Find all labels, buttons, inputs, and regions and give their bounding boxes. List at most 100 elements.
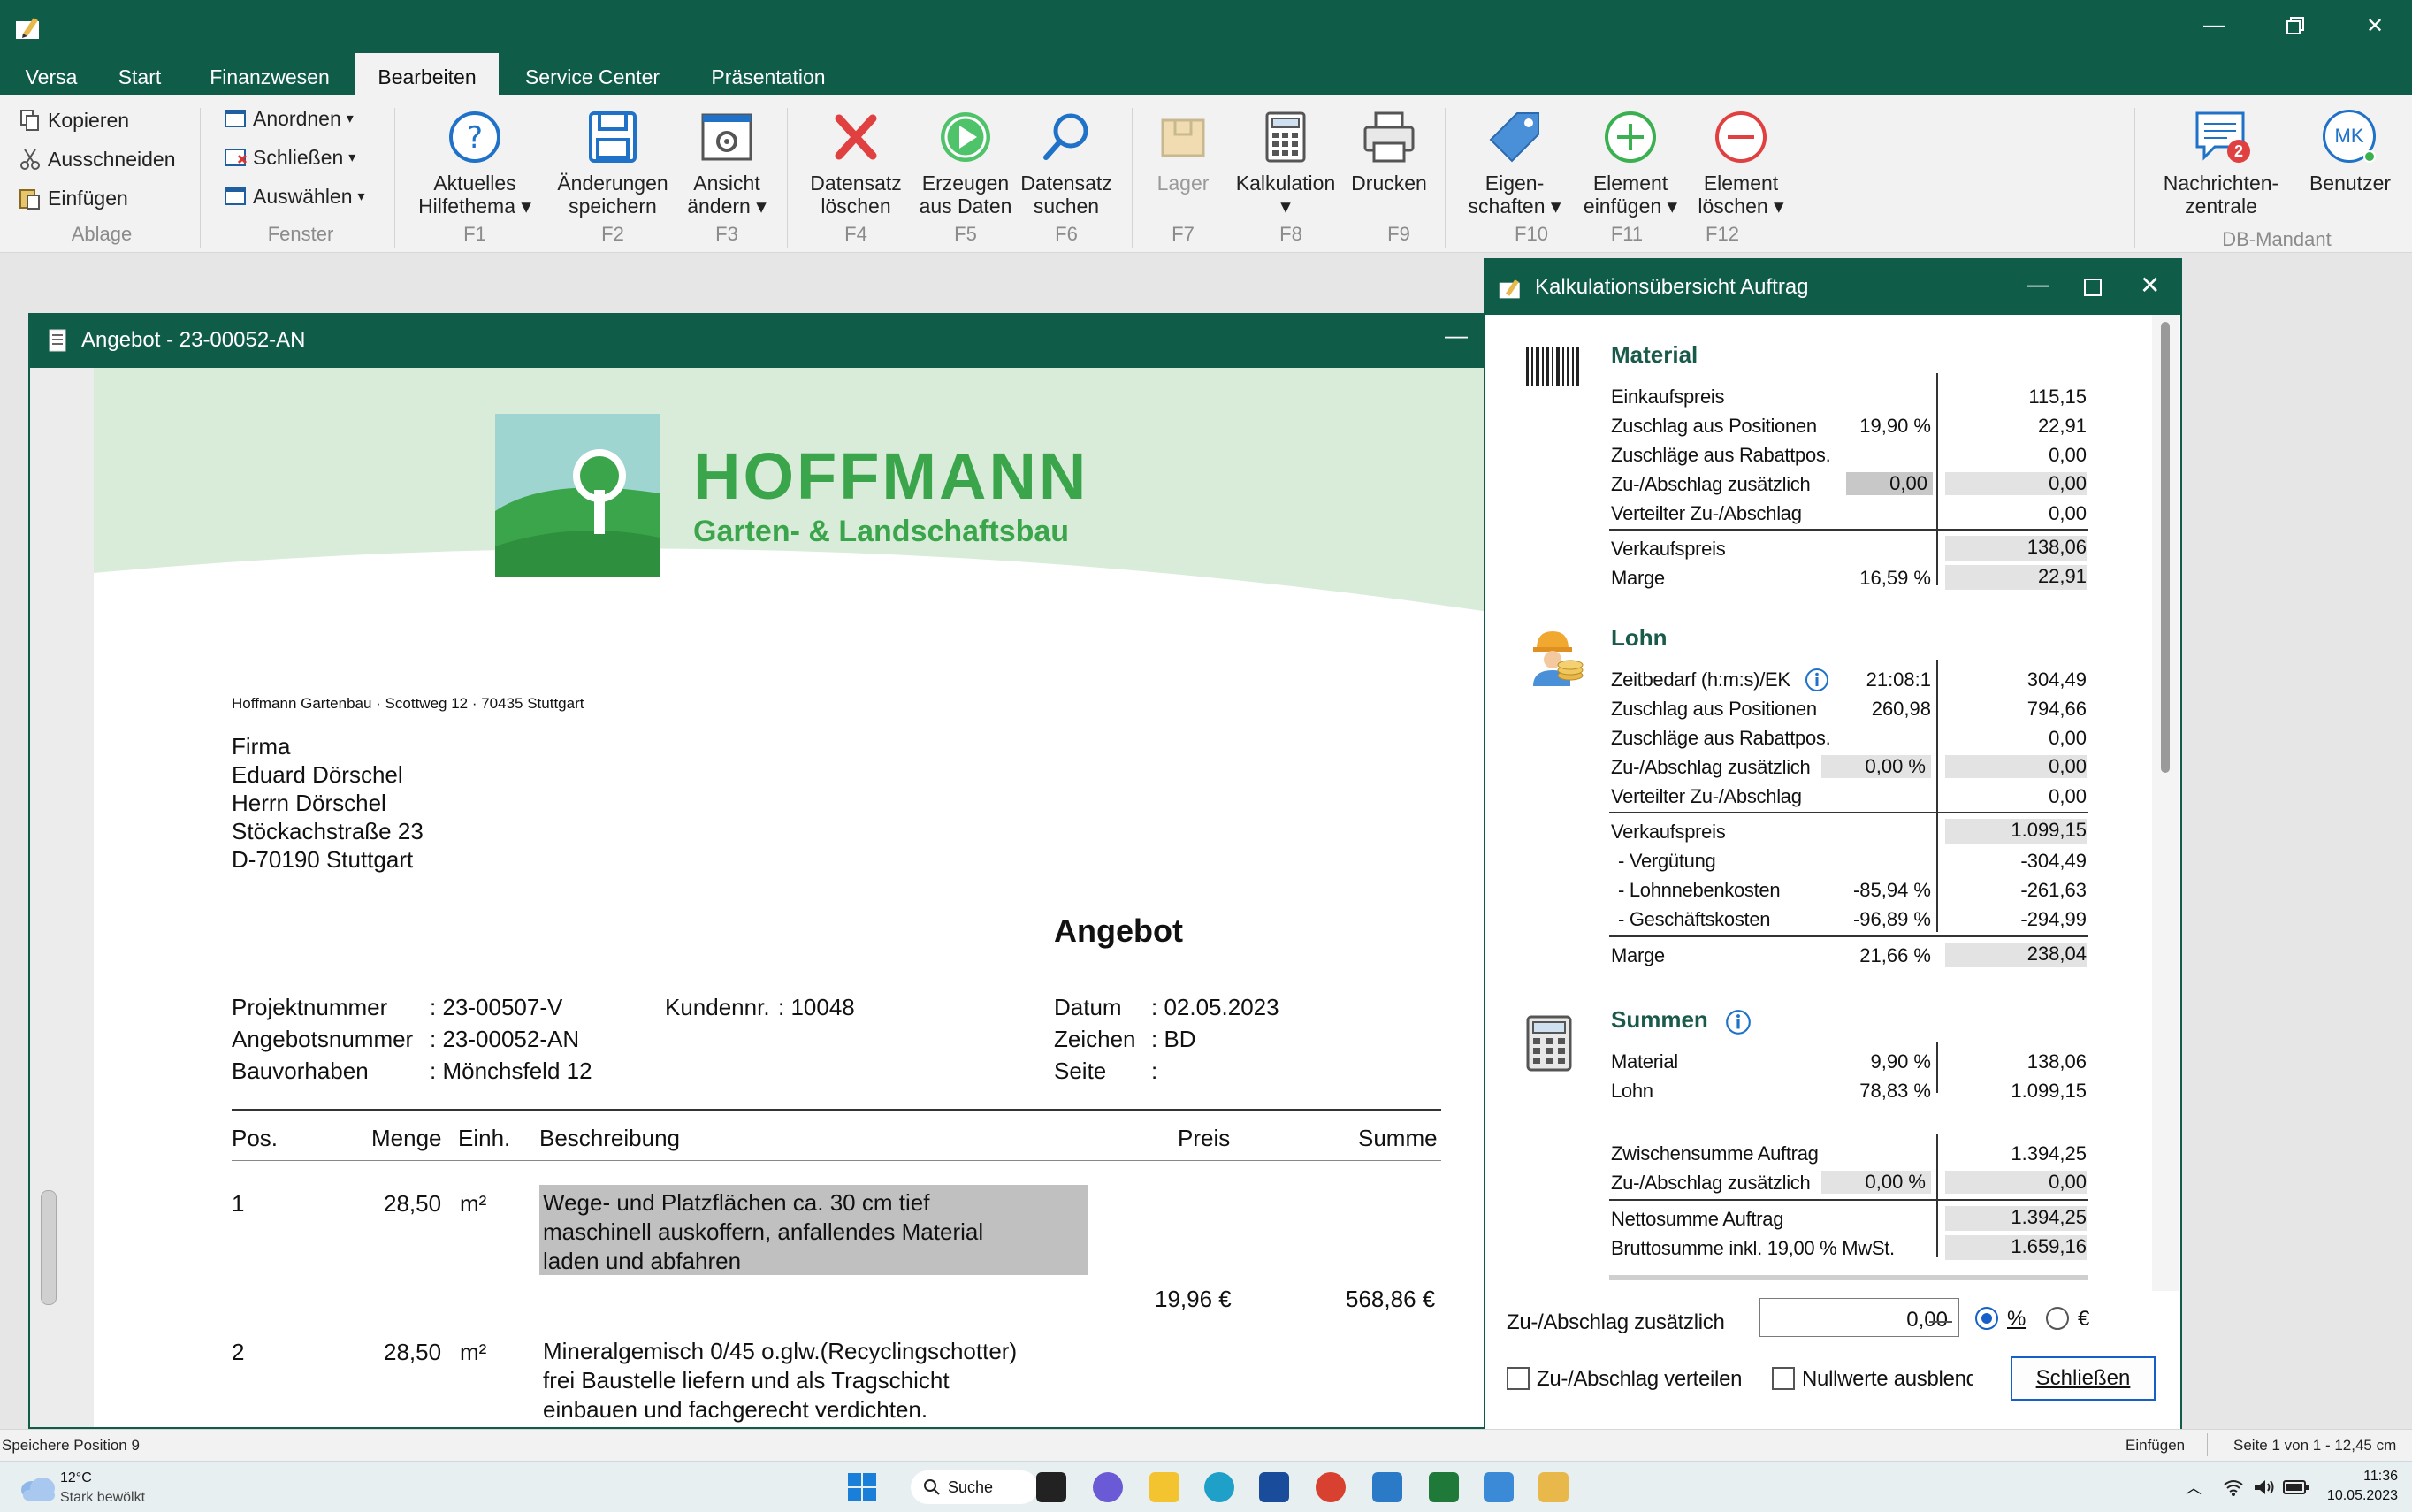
hilfethema-button[interactable]: ? Aktuelles Hilfethema ▾ (408, 108, 541, 218)
description-line: laden und abfahren (543, 1248, 742, 1274)
lager-button[interactable]: Lager (1142, 108, 1224, 195)
task-view-icon[interactable] (1036, 1472, 1066, 1502)
lohn-zeitbedarf-time: 21:08:1 (1866, 668, 1931, 691)
tab-bearbeiten[interactable]: Bearbeiten (355, 53, 499, 95)
battery-icon[interactable] (2283, 1479, 2309, 1495)
kopieren-button[interactable]: Kopieren (18, 103, 129, 138)
item-description-selected[interactable]: Wege- und Platzflächen ca. 30 cm tief ma… (539, 1185, 1088, 1275)
status-page: Seite 1 von 1 - 12,45 cm (2233, 1437, 2397, 1454)
lohn-verteilter-label: Verteilter Zu-/Abschlag (1611, 785, 1802, 807)
summen-zuab-input[interactable]: 0,00 % (1821, 1171, 1931, 1194)
ausschneiden-button[interactable]: Ausschneiden (18, 141, 176, 177)
nachrichtenzentrale-button[interactable]: 2 Nachrichten- zentrale (2154, 108, 2288, 218)
aenderungen-speichern-button[interactable]: Änderungen speichern (543, 108, 683, 218)
ribbon-separator (2134, 108, 2135, 248)
material-zuab-input[interactable]: 0,00 (1846, 472, 1933, 495)
datum-label: Datum (1054, 994, 1122, 1020)
calc-minimize-button[interactable]: — (2027, 271, 2049, 298)
shortcut-f12: F12 (1706, 223, 1739, 245)
anordnen-button[interactable]: Anordnen ▾ (223, 101, 354, 136)
close-app-button[interactable]: ✕ (2348, 5, 2401, 46)
app-icon[interactable] (1372, 1472, 1402, 1502)
lohn-verteilter-value: 0,00 (2049, 785, 2087, 807)
group-label-fenster: Fenster (267, 223, 334, 245)
einfuegen-button[interactable]: Einfügen (18, 180, 128, 216)
radio-euro[interactable] (2046, 1307, 2069, 1330)
app-icon[interactable] (1429, 1472, 1459, 1502)
view-settings-icon (701, 113, 752, 161)
kopieren-label: Kopieren (48, 108, 130, 132)
radio-percent[interactable] (1975, 1307, 1998, 1330)
document-window: Angebot - 23-00052-AN — HOFFMANN Garten-… (28, 313, 1487, 1429)
radio-euro-label: € (2078, 1307, 2090, 1331)
lohn-zuschlag-value: 794,66 (2027, 698, 2087, 720)
datensatz-suchen-button[interactable]: Datensatz suchen (1011, 108, 1121, 218)
datensatz-loeschen-button[interactable]: Datensatz löschen (799, 108, 912, 218)
eigenschaften-label1: Eigen- (1485, 172, 1545, 195)
file-explorer-icon[interactable] (1149, 1472, 1179, 1502)
hilfethema-label2: Hilfethema ▾ (418, 195, 531, 218)
calc-close-button[interactable]: ✕ (2140, 271, 2160, 300)
calc-maximize-button[interactable] (2083, 278, 2103, 297)
store-icon[interactable] (1259, 1472, 1289, 1502)
address-line: Herrn Dörschel (232, 790, 386, 816)
schliessen-window-button[interactable]: Schließen ▾ (223, 140, 355, 175)
tab-praesentation[interactable]: Präsentation (695, 53, 842, 95)
lohn-lnk-value: -261,63 (2020, 879, 2087, 901)
worker-icon (1533, 631, 1584, 686)
calc-scrollbar[interactable] (2152, 315, 2179, 1332)
ribbon-separator (1132, 108, 1133, 248)
material-zuschlaege-rabatt-label: Zuschläge aus Rabattpos. (1611, 444, 1831, 466)
calc-footer: Zu-/Abschlag zusätzlich 0,00 % € Zu-/Abs… (1485, 1291, 2180, 1429)
weather-temp: 12°C (60, 1470, 92, 1485)
col-menge: Menge (371, 1125, 442, 1151)
lohn-zuab-input[interactable]: 0,00 % (1821, 755, 1931, 778)
document-minimize-button[interactable]: — (1445, 322, 1468, 349)
versa-app-icon[interactable] (1538, 1472, 1569, 1502)
benutzer-button[interactable]: MK Benutzer (2299, 108, 2401, 195)
chrome-icon[interactable] (1316, 1472, 1346, 1502)
ansicht-aendern-button[interactable]: Ansicht ändern ▾ (683, 108, 771, 218)
tab-service-center[interactable]: Service Center (513, 53, 672, 95)
speaker-icon[interactable] (2253, 1478, 2276, 1497)
checkbox-nullwerte[interactable] (1772, 1367, 1795, 1390)
erzeugen-aus-daten-button[interactable]: Erzeugen aus Daten (909, 108, 1022, 218)
element-loeschen-button[interactable]: Element löschen ▾ (1682, 108, 1800, 218)
shortcut-f6: F6 (1055, 223, 1078, 245)
checkbox-verteilen[interactable] (1507, 1367, 1530, 1390)
ribbon-separator (394, 108, 395, 248)
side-panel-handle[interactable] (41, 1190, 57, 1305)
weather-cloud-icon[interactable] (18, 1470, 57, 1504)
tab-versa[interactable]: Versa (9, 53, 94, 95)
chevron-up-icon[interactable]: ︿ (2186, 1476, 2202, 1499)
kalkulation-button[interactable]: Kalkulation ▾ (1225, 108, 1346, 218)
checkbox-nullwerte-label: Nullwerte ausblende (1802, 1367, 1973, 1391)
teams-chat-icon[interactable] (1093, 1472, 1123, 1502)
tab-start[interactable]: Start (103, 53, 177, 95)
auswaehlen-button[interactable]: Auswählen ▾ (223, 179, 365, 214)
item-description[interactable]: Mineralgemisch 0/45 o.glw.(Recyclingscho… (543, 1337, 1017, 1424)
lohn-zuschlaege-rabatt-value: 0,00 (2049, 727, 2087, 749)
scrollbar-thumb[interactable] (2161, 322, 2170, 773)
einfuegen-el-label1: Element (1592, 172, 1668, 195)
eigenschaften-button[interactable]: Eigen- schaften ▾ (1450, 108, 1579, 218)
info-icon[interactable] (1724, 1008, 1752, 1036)
einfuegen-label: Einfügen (48, 186, 128, 210)
schliessen-button[interactable]: Schließen (2011, 1356, 2156, 1401)
drucken-button[interactable]: Drucken (1344, 108, 1434, 195)
tab-finanzwesen[interactable]: Finanzwesen (196, 53, 343, 95)
status-divider (2207, 1433, 2208, 1456)
description-line: frei Baustelle liefern und als Tragschic… (543, 1367, 950, 1394)
taskbar-search[interactable]: Suche (911, 1470, 1038, 1504)
minimize-button[interactable]: — (2187, 5, 2240, 46)
document-page: HOFFMANN Garten- & Landschaftsbau Hoffma… (94, 368, 1485, 1427)
app-icon[interactable] (1484, 1472, 1514, 1502)
edge-browser-icon[interactable] (1204, 1472, 1234, 1502)
wifi-icon[interactable] (2223, 1478, 2244, 1497)
restore-button[interactable] (2269, 5, 2322, 46)
windows-start-icon[interactable] (847, 1472, 877, 1502)
nettosumme-value: 1.394,25 (1945, 1206, 2087, 1231)
element-einfuegen-button[interactable]: Element einfügen ▾ (1570, 108, 1691, 218)
footer-zuab-input[interactable]: 0,00 (1759, 1298, 1959, 1337)
document-title: Angebot - 23-00052-AN (81, 328, 306, 352)
